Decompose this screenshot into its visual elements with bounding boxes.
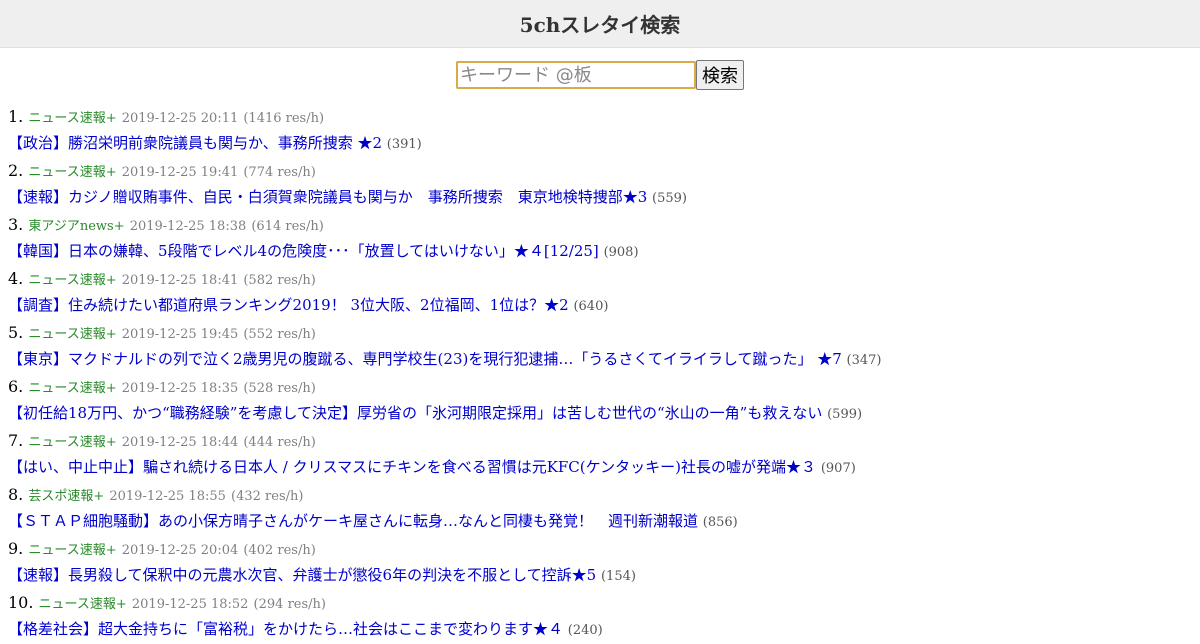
list-item: 9. ニュース速報+ 2019-12-25 20:04 (402 res/h) 【… [8, 535, 1200, 589]
board-link[interactable]: 東アジアnews+ [28, 219, 124, 234]
thread-title-link[interactable]: 【東京】マクドナルドの列で泣く2歳男児の腹蹴る、専門学校生(23)を現行犯逮捕…… [8, 350, 842, 368]
list-item: 8. 芸スポ速報+ 2019-12-25 18:55 (432 res/h) 【Ｓ… [8, 481, 1200, 535]
result-meta: 6. ニュース速報+ 2019-12-25 18:35 (528 res/h) [8, 373, 1200, 400]
thread-title-link[interactable]: 【はい、中止中止】騙され続ける日本人 / クリスマスにチキンを食べる習慣は元KF… [8, 458, 816, 476]
board-link[interactable]: ニュース速報+ [28, 165, 116, 180]
result-title-line: 【政治】勝沼栄明前衆院議員も関与か、事務所捜索 ★2 (391) [8, 130, 1200, 157]
result-datetime: 2019-12-25 18:44 [121, 435, 239, 450]
result-speed: (432 res/h) [231, 489, 304, 504]
response-count: (154) [600, 569, 636, 584]
response-count: (347) [846, 353, 882, 368]
thread-title-link[interactable]: 【政治】勝沼栄明前衆院議員も関与か、事務所捜索 ★2 [8, 134, 382, 152]
board-link[interactable]: ニュース速報+ [28, 543, 116, 558]
search-input[interactable] [456, 61, 696, 89]
result-rank: 4. [8, 269, 24, 288]
list-item: 4. ニュース速報+ 2019-12-25 18:41 (582 res/h) 【… [8, 265, 1200, 319]
result-meta: 10. ニュース速報+ 2019-12-25 18:52 (294 res/h) [8, 589, 1200, 616]
result-meta: 8. 芸スポ速報+ 2019-12-25 18:55 (432 res/h) [8, 481, 1200, 508]
response-count: (599) [827, 407, 863, 422]
result-title-line: 【ＳＴＡＰ細胞騒動】あの小保方晴子さんがケーキ屋さんに転身…なんと同棲も発覚！ … [8, 508, 1200, 535]
response-count: (559) [652, 191, 687, 206]
result-rank: 5. [8, 323, 24, 342]
result-meta: 5. ニュース速報+ 2019-12-25 19:45 (552 res/h) [8, 319, 1200, 346]
result-speed: (582 res/h) [243, 273, 316, 288]
list-item: 1. ニュース速報+ 2019-12-25 20:11 (1416 res/h)… [8, 103, 1200, 157]
list-item: 6. ニュース速報+ 2019-12-25 18:35 (528 res/h) 【… [8, 373, 1200, 427]
board-link[interactable]: ニュース速報+ [28, 327, 116, 342]
result-datetime: 2019-12-25 19:45 [121, 327, 239, 342]
result-meta: 1. ニュース速報+ 2019-12-25 20:11 (1416 res/h) [8, 103, 1200, 130]
result-speed: (294 res/h) [253, 597, 326, 612]
result-title-line: 【東京】マクドナルドの列で泣く2歳男児の腹蹴る、専門学校生(23)を現行犯逮捕…… [8, 346, 1200, 373]
thread-title-link[interactable]: 【ＳＴＡＰ細胞騒動】あの小保方晴子さんがケーキ屋さんに転身…なんと同棲も発覚！ … [8, 512, 698, 530]
response-count: (391) [386, 137, 422, 152]
result-meta: 7. ニュース速報+ 2019-12-25 18:44 (444 res/h) [8, 427, 1200, 454]
result-datetime: 2019-12-25 19:41 [121, 165, 239, 180]
board-link[interactable]: 芸スポ速報+ [28, 489, 104, 504]
result-rank: 10. [8, 593, 34, 612]
result-meta: 4. ニュース速報+ 2019-12-25 18:41 (582 res/h) [8, 265, 1200, 292]
result-speed: (402 res/h) [243, 543, 316, 558]
result-speed: (444 res/h) [243, 435, 316, 450]
result-meta: 2. ニュース速報+ 2019-12-25 19:41 (774 res/h) [8, 157, 1200, 184]
board-link[interactable]: ニュース速報+ [28, 381, 116, 396]
list-item: 3. 東アジアnews+ 2019-12-25 18:38 (614 res/h… [8, 211, 1200, 265]
result-rank: 8. [8, 485, 24, 504]
board-link[interactable]: ニュース速報+ [39, 597, 127, 612]
response-count: (240) [567, 623, 603, 638]
list-item: 2. ニュース速報+ 2019-12-25 19:41 (774 res/h) 【… [8, 157, 1200, 211]
result-datetime: 2019-12-25 18:55 [109, 489, 226, 504]
result-speed: (774 res/h) [243, 165, 316, 180]
board-link[interactable]: ニュース速報+ [28, 273, 116, 288]
result-list: 1. ニュース速報+ 2019-12-25 20:11 (1416 res/h)… [0, 103, 1200, 643]
result-speed: (1416 res/h) [243, 111, 325, 126]
result-rank: 6. [8, 377, 24, 396]
response-count: (856) [702, 515, 738, 530]
result-meta: 9. ニュース速報+ 2019-12-25 20:04 (402 res/h) [8, 535, 1200, 562]
result-title-line: 【速報】長男殺して保釈中の元農水次官、弁護士が懲役6年の判決を不服として控訴★5… [8, 562, 1200, 589]
thread-title-link[interactable]: 【格差社会】超大金持ちに「富裕税」をかけたら…社会はここまで変わります★４ [8, 620, 563, 638]
result-rank: 9. [8, 539, 24, 558]
result-rank: 1. [8, 107, 24, 126]
result-datetime: 2019-12-25 18:38 [129, 219, 247, 234]
response-count: (908) [603, 245, 639, 260]
result-speed: (552 res/h) [243, 327, 316, 342]
result-datetime: 2019-12-25 18:52 [131, 597, 249, 612]
result-meta: 3. 東アジアnews+ 2019-12-25 18:38 (614 res/h… [8, 211, 1200, 238]
page-title: 5chスレタイ検索 [519, 13, 681, 37]
result-title-line: 【はい、中止中止】騙され続ける日本人 / クリスマスにチキンを食べる習慣は元KF… [8, 454, 1200, 481]
list-item: 7. ニュース速報+ 2019-12-25 18:44 (444 res/h) 【… [8, 427, 1200, 481]
result-title-line: 【初任給18万円、かつ“職務経験”を考慮して決定】厚労省の「氷河期限定採用」は苦… [8, 400, 1200, 427]
thread-title-link[interactable]: 【韓国】日本の嫌韓、5段階でレベル4の危険度･･･「放置してはいけない」★４[1… [8, 242, 599, 260]
result-datetime: 2019-12-25 20:04 [121, 543, 239, 558]
result-title-line: 【速報】カジノ贈収賄事件、自民・白須賀衆院議員も関与か 事務所捜索 東京地検特捜… [8, 184, 1200, 211]
result-datetime: 2019-12-25 18:35 [121, 381, 239, 396]
result-speed: (528 res/h) [243, 381, 316, 396]
result-speed: (614 res/h) [251, 219, 324, 234]
result-title-line: 【韓国】日本の嫌韓、5段階でレベル4の危険度･･･「放置してはいけない」★４[1… [8, 238, 1200, 265]
thread-title-link[interactable]: 【速報】長男殺して保釈中の元農水次官、弁護士が懲役6年の判決を不服として控訴★5 [8, 566, 596, 584]
thread-title-link[interactable]: 【調査】住み続けたい都道府県ランキング2019！ 3位大阪、2位福岡、1位は？★… [8, 296, 569, 314]
result-title-line: 【調査】住み続けたい都道府県ランキング2019！ 3位大阪、2位福岡、1位は？★… [8, 292, 1200, 319]
search-bar: 検索 [0, 59, 1200, 91]
result-rank: 7. [8, 431, 24, 450]
board-link[interactable]: ニュース速報+ [28, 435, 116, 450]
thread-title-link[interactable]: 【初任給18万円、かつ“職務経験”を考慮して決定】厚労省の「氷河期限定採用」は苦… [8, 404, 822, 422]
response-count: (907) [820, 461, 856, 476]
board-link[interactable]: ニュース速報+ [28, 111, 116, 126]
thread-title-link[interactable]: 【速報】カジノ贈収賄事件、自民・白須賀衆院議員も関与か 事務所捜索 東京地検特捜… [8, 188, 647, 206]
list-item: 10. ニュース速報+ 2019-12-25 18:52 (294 res/h)… [8, 589, 1200, 643]
result-datetime: 2019-12-25 18:41 [121, 273, 239, 288]
page-header: 5chスレタイ検索 [0, 0, 1200, 48]
list-item: 5. ニュース速報+ 2019-12-25 19:45 (552 res/h) 【… [8, 319, 1200, 373]
result-datetime: 2019-12-25 20:11 [121, 111, 239, 126]
result-rank: 2. [8, 161, 24, 180]
response-count: (640) [573, 299, 609, 314]
search-button[interactable]: 検索 [696, 60, 744, 90]
result-rank: 3. [8, 215, 24, 234]
